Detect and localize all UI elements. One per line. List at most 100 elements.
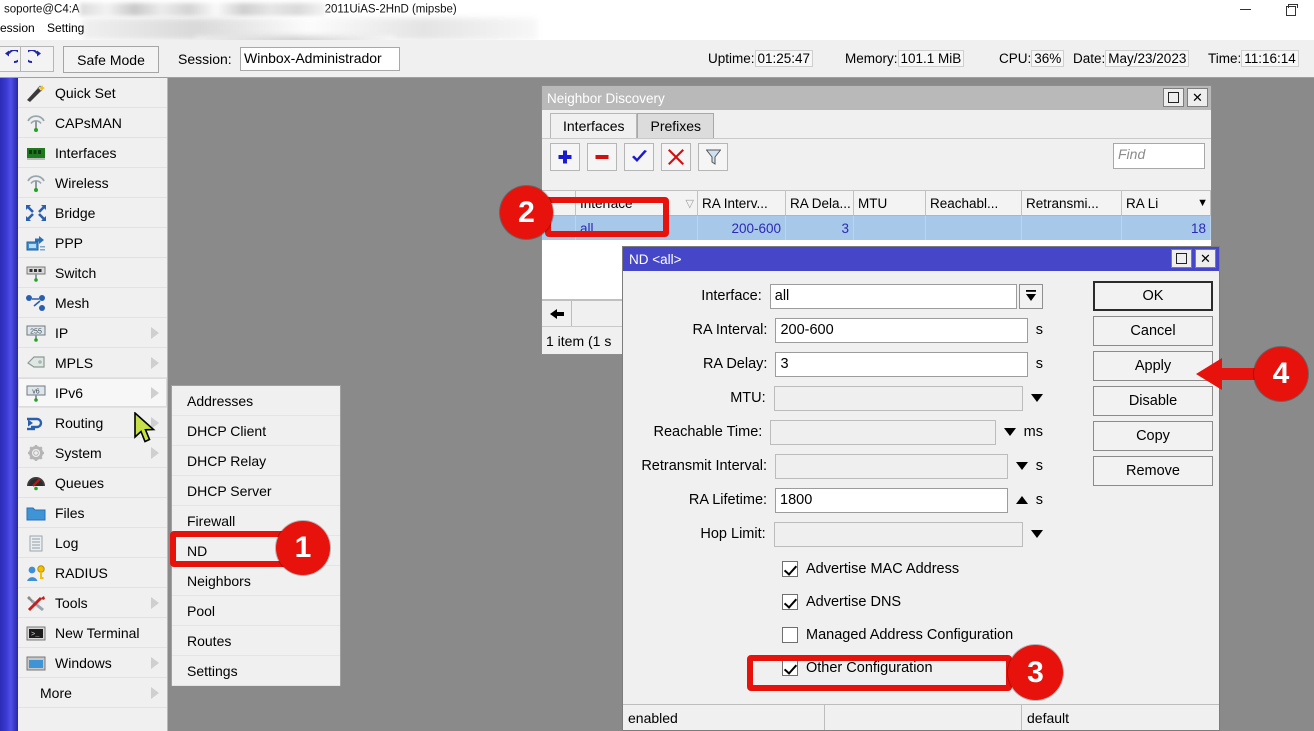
sidebar-item-capsman[interactable]: CAPsMAN [18, 108, 167, 138]
sidebar-item-radius[interactable]: RADIUS [18, 558, 167, 588]
scroll-left-button[interactable] [542, 301, 572, 326]
nd-tabstrip: Interfaces Prefixes [542, 110, 1211, 138]
sidebar-item-wireless[interactable]: Wireless [18, 168, 167, 198]
sidebar-item-interfaces[interactable]: Interfaces [18, 138, 167, 168]
field-input-retransmit-interval[interactable] [775, 454, 1008, 479]
chevron-down-icon[interactable] [1004, 428, 1016, 436]
sidebar-item-more[interactable]: More [18, 678, 167, 708]
sidebar-item-label: CAPsMAN [55, 115, 122, 131]
checkbox-box[interactable] [782, 594, 798, 610]
status-date-label: Date: [1073, 51, 1105, 66]
annotation-badge-1: 1 [276, 521, 330, 575]
sidebar-item-windows[interactable]: Windows [18, 648, 167, 678]
interface-dropdown-button[interactable] [1019, 284, 1043, 309]
field-input-ra-delay[interactable]: 3 [775, 352, 1027, 377]
ipv6-menu-item-addresses[interactable]: Addresses [172, 386, 340, 416]
nd-close-button[interactable]: ✕ [1187, 88, 1208, 107]
field-unit: s [1036, 322, 1043, 338]
sidebar-item-ipv6[interactable]: v6IPv6 [18, 378, 167, 408]
copy-button-label: Copy [1136, 428, 1170, 444]
antenna-icon [24, 173, 48, 193]
minimize-button[interactable] [1222, 0, 1268, 18]
enable-button[interactable] [624, 143, 654, 171]
sidebar-item-label: More [40, 685, 72, 701]
sidebar-item-ip[interactable]: 255IP [18, 318, 167, 348]
bridge-icon [24, 203, 48, 223]
chevron-down-icon[interactable] [1031, 530, 1043, 538]
tab-interfaces[interactable]: Interfaces [550, 113, 637, 138]
field-input-ra-lifetime[interactable]: 1800 [775, 488, 1008, 513]
column-header-4[interactable]: MTU [854, 191, 926, 216]
apply-button-label: Apply [1135, 358, 1171, 374]
ipv6-icon: v6 [25, 384, 47, 402]
find-input[interactable]: Find [1113, 143, 1205, 169]
field-unit: s [1036, 356, 1043, 372]
disable-button[interactable]: Disable [1093, 386, 1213, 416]
ipv6-menu-item-dhcp-relay[interactable]: DHCP Relay [172, 446, 340, 476]
filter-button[interactable] [698, 143, 728, 171]
menu-settings[interactable]: Setting [47, 21, 84, 35]
add-button[interactable] [550, 143, 580, 171]
ipv6-menu-item-label: DHCP Server [187, 483, 272, 499]
chevron-down-icon[interactable] [1031, 394, 1043, 402]
field-input-mtu[interactable] [774, 386, 1023, 411]
sidebar-item-switch[interactable]: Switch [18, 258, 167, 288]
restore-icon [1176, 253, 1187, 264]
sidebar-item-mesh[interactable]: Mesh [18, 288, 167, 318]
checkbox-box[interactable] [782, 627, 798, 643]
restore-button[interactable] [1268, 0, 1314, 18]
field-input-hop-limit[interactable] [774, 522, 1023, 547]
checkbox-advertise-mac-address[interactable]: Advertise MAC Address [782, 561, 959, 577]
disable-button[interactable] [661, 143, 691, 171]
field-label: RA Delay: [623, 356, 775, 372]
ipv6-menu-item-routes[interactable]: Routes [172, 626, 340, 656]
sidebar-item-new-terminal[interactable]: >_New Terminal [18, 618, 167, 648]
ipv6-menu-item-settings[interactable]: Settings [172, 656, 340, 686]
checkbox-advertise-dns[interactable]: Advertise DNS [782, 594, 901, 610]
ipv6-menu-item-pool[interactable]: Pool [172, 596, 340, 626]
sidebar-item-quick-set[interactable]: Quick Set [18, 78, 167, 108]
redo-button[interactable] [20, 46, 54, 72]
mouse-cursor [133, 412, 159, 446]
field-input-interface[interactable]: all [770, 284, 1017, 309]
ipv6-menu-item-dhcp-client[interactable]: DHCP Client [172, 416, 340, 446]
field-input-ra-interval[interactable]: 200-600 [775, 318, 1027, 343]
safe-mode-button[interactable]: Safe Mode [63, 46, 159, 73]
sidebar-item-bridge[interactable]: Bridge [18, 198, 167, 228]
sidebar-item-label: PPP [55, 235, 83, 251]
apply-button[interactable]: Apply [1093, 351, 1213, 381]
ok-button[interactable]: OK [1093, 281, 1213, 311]
cancel-button[interactable]: Cancel [1093, 316, 1213, 346]
checkbox-managed-address-configuration[interactable]: Managed Address Configuration [782, 627, 1013, 643]
column-header-2[interactable]: RA Interv... [698, 191, 786, 216]
copy-button[interactable]: Copy [1093, 421, 1213, 451]
field-input-reachable-time[interactable] [770, 420, 995, 445]
remove-button[interactable] [587, 143, 617, 171]
minus-icon [594, 149, 610, 165]
remove-button[interactable]: Remove [1093, 456, 1213, 486]
sidebar-item-ppp[interactable]: PPP [18, 228, 167, 258]
menu-session[interactable]: ession [0, 21, 35, 35]
checkbox-box[interactable] [782, 561, 798, 577]
field-row-7: Hop Limit: [623, 519, 1043, 549]
sidebar-item-mpls[interactable]: MPLS [18, 348, 167, 378]
column-header-6[interactable]: Retransmi... [1022, 191, 1122, 216]
sidebar-item-tools[interactable]: Tools [18, 588, 167, 618]
sidebar-item-queues[interactable]: Queues [18, 468, 167, 498]
ipv6-menu-item-dhcp-server[interactable]: DHCP Server [172, 476, 340, 506]
chevron-up-icon[interactable] [1016, 496, 1028, 504]
column-header-5[interactable]: Reachabl... [926, 191, 1022, 216]
column-header-7[interactable]: RA Li▼ [1122, 191, 1211, 216]
chevron-down-icon[interactable] [1016, 462, 1028, 470]
nd-restore-button[interactable] [1163, 88, 1184, 107]
nd-all-close-button[interactable]: ✕ [1195, 249, 1216, 268]
nd-all-restore-button[interactable] [1171, 249, 1192, 268]
nd-all-title: ND <all> [629, 252, 682, 267]
session-input[interactable]: Winbox-Administrador [240, 47, 400, 71]
sidebar-item-files[interactable]: Files [18, 498, 167, 528]
status-cpu: CPU:36% [999, 51, 1064, 66]
column-chooser-icon[interactable]: ▼ [1197, 197, 1208, 209]
sidebar-item-log[interactable]: Log [18, 528, 167, 558]
tab-prefixes[interactable]: Prefixes [637, 113, 714, 138]
column-header-3[interactable]: RA Dela... [786, 191, 854, 216]
